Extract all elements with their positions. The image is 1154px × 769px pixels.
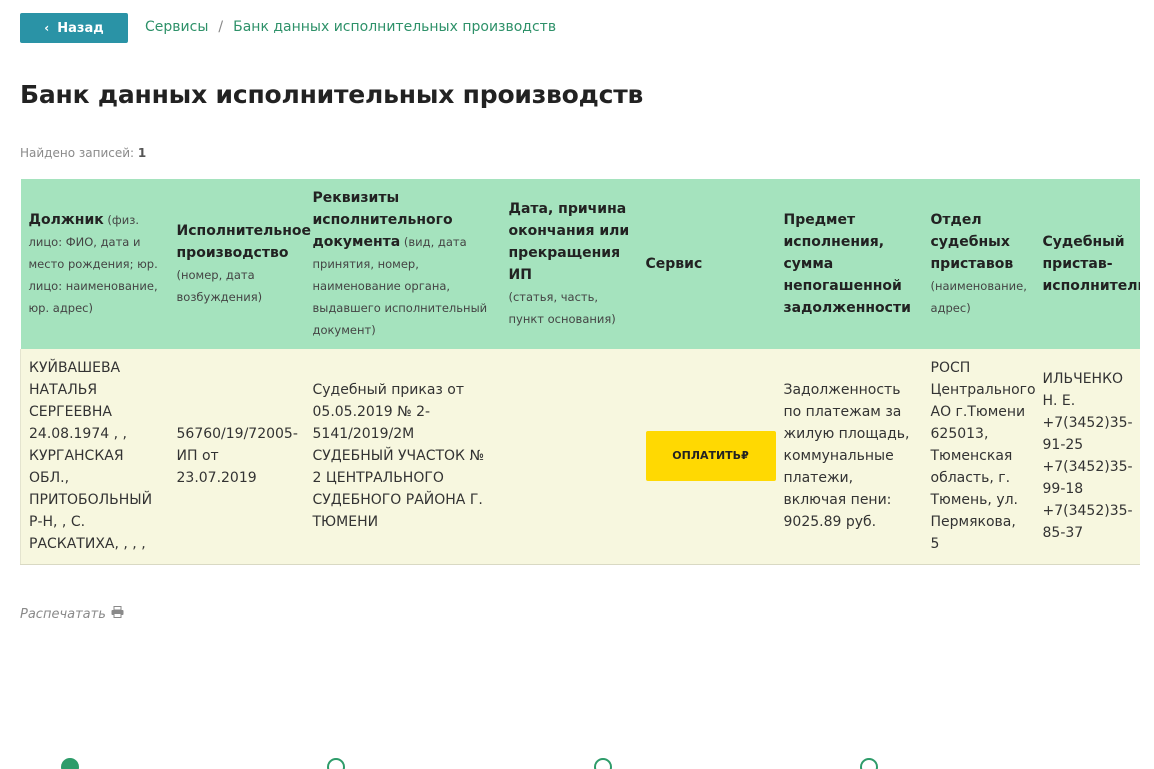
cell-service: ОПЛАТИТЬ ₽ xyxy=(637,349,776,565)
header-subject-title: Предмет исполнения, сумма непогашенной з… xyxy=(783,212,911,316)
cell-subject: Задолженность по платежам за жилую площа… xyxy=(775,349,923,565)
page-title: Банк данных исполнительных производств xyxy=(20,80,644,109)
header-end-date: Дата, причина окончания или прекращения … xyxy=(500,179,638,349)
records-found-count: 1 xyxy=(137,146,147,160)
bailiff-name: ИЛЬЧЕНКО Н. Е. xyxy=(1042,371,1124,410)
bailiff-phone: +7(3452)35-91-25 xyxy=(1042,415,1133,454)
bailiff-phone: +7(3452)35-99-18 xyxy=(1042,459,1133,498)
cell-end-date xyxy=(500,349,638,565)
step-indicator[interactable] xyxy=(327,758,345,769)
step-indicator[interactable] xyxy=(61,758,79,769)
header-document: Реквизиты исполнительного документа (вид… xyxy=(304,179,501,349)
pay-button[interactable]: ОПЛАТИТЬ ₽ xyxy=(645,431,776,482)
header-end-date-sub: (статья, часть, пункт основания) xyxy=(508,290,616,326)
pay-button-label: ОПЛАТИТЬ xyxy=(672,449,742,463)
breadcrumb: Сервисы / Банк данных исполнительных про… xyxy=(145,19,556,35)
cell-document: Судебный приказ от 05.05.2019 № 2-5141/2… xyxy=(304,349,501,565)
results-table: Должник (физ. лицо: ФИО, дата и место ро… xyxy=(20,179,1140,565)
header-proceeding-sub: (номер, дата возбуждения) xyxy=(176,268,263,304)
records-found-label: Найдено записей: xyxy=(20,146,135,160)
back-button-label: Назад xyxy=(57,20,104,36)
header-document-sub: (вид, дата принятия, номер, наименование… xyxy=(312,235,488,337)
header-department: Отдел судебных приставов (наименование, а… xyxy=(922,179,1035,349)
cell-department: РОСП Центрального АО г.Тюмени 625013, Тю… xyxy=(922,349,1036,565)
header-subject: Предмет исполнения, сумма непогашенной з… xyxy=(775,179,923,349)
header-service: Сервис xyxy=(637,179,776,349)
header-department-sub: (наименование, адрес) xyxy=(930,279,1027,315)
bailiff-phone: +7(3452)35-85-37 xyxy=(1042,503,1133,542)
breadcrumb-separator: / xyxy=(218,19,224,35)
header-bailiff: Судебный пристав-исполнитель xyxy=(1034,179,1141,349)
header-proceeding: Исполнительное производство (номер, дата … xyxy=(168,179,311,349)
header-end-date-title: Дата, причина окончания или прекращения … xyxy=(508,201,630,283)
cell-debtor: КУЙВАШЕВА НАТАЛЬЯ СЕРГЕЕВНА 24.08.1974 ,… xyxy=(20,349,169,565)
ruble-icon: ₽ xyxy=(741,449,749,463)
table-row: КУЙВАШЕВА НАТАЛЬЯ СЕРГЕЕВНА 24.08.1974 ,… xyxy=(20,349,1140,565)
back-button[interactable]: ‹ Назад xyxy=(20,13,128,43)
header-proceeding-title: Исполнительное производство xyxy=(176,223,312,261)
print-link[interactable]: Распечатать xyxy=(20,606,124,622)
header-department-title: Отдел судебных приставов xyxy=(930,212,1014,272)
cell-proceeding: 56760/19/72005-ИП от 23.07.2019 xyxy=(168,349,305,565)
step-indicator[interactable] xyxy=(860,758,878,769)
breadcrumb-services[interactable]: Сервисы xyxy=(145,19,208,35)
step-indicator[interactable] xyxy=(594,758,612,769)
chevron-left-icon: ‹ xyxy=(44,21,50,35)
header-debtor-title: Должник xyxy=(28,212,104,228)
header-debtor: Должник (физ. лицо: ФИО, дата и место ро… xyxy=(20,179,169,349)
bottom-steps xyxy=(0,755,1154,769)
print-label: Распечатать xyxy=(20,606,106,622)
breadcrumb-current[interactable]: Банк данных исполнительных производств xyxy=(233,19,556,35)
results-table-wrapper: Должник (физ. лицо: ФИО, дата и место ро… xyxy=(20,179,1140,565)
header-bailiff-title: Судебный пристав-исполнитель xyxy=(1042,234,1141,294)
records-found: Найдено записей: 1 xyxy=(20,146,146,160)
cell-bailiff: ИЛЬЧЕНКО Н. Е. +7(3452)35-91-25 +7(3452)… xyxy=(1034,349,1140,565)
header-debtor-sub: (физ. лицо: ФИО, дата и место рождения; … xyxy=(28,213,158,315)
table-header-row: Должник (физ. лицо: ФИО, дата и место ро… xyxy=(20,179,1141,349)
header-service-title: Сервис xyxy=(645,256,703,272)
printer-icon xyxy=(111,606,124,622)
